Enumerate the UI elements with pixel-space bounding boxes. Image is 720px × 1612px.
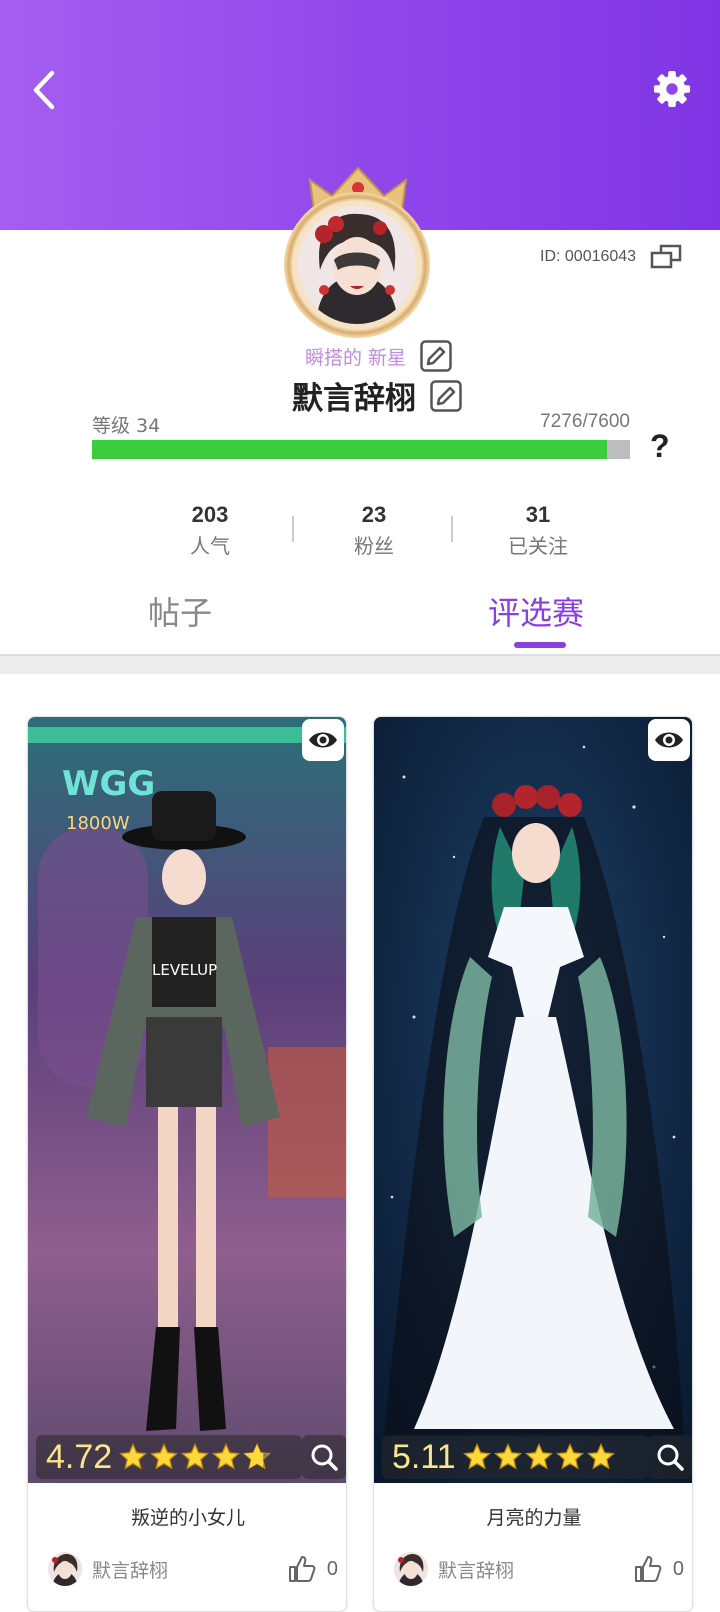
- star-icon: [212, 1442, 241, 1470]
- gear-icon: [653, 70, 691, 108]
- contest-entry-card[interactable]: 5.11 月亮的力量 默言辞栩 0: [373, 716, 693, 1612]
- view-button[interactable]: [648, 719, 690, 761]
- author-avatar[interactable]: [394, 1552, 428, 1586]
- zoom-button[interactable]: [302, 1435, 346, 1479]
- user-id: ID: 00016043: [540, 248, 637, 265]
- stat-following[interactable]: 31 已关注: [478, 502, 598, 559]
- star-rating: [462, 1442, 616, 1472]
- author-name[interactable]: 默言辞栩: [92, 1556, 287, 1583]
- shirt-text: LEVELUP: [152, 961, 217, 979]
- sign-text: WGG: [62, 764, 155, 804]
- star-icon: [150, 1442, 179, 1470]
- contest-entry-card[interactable]: WGG 1800W LEVELUP 4.72 叛逆的小女儿 默言辞栩 0: [27, 716, 347, 1612]
- rating-value: 4.72: [46, 1437, 113, 1476]
- divider: [292, 516, 294, 542]
- user-title-badge: 瞬搭的 新星: [305, 346, 407, 369]
- stat-followers[interactable]: 23 粉丝: [314, 502, 434, 559]
- copy-icon[interactable]: [650, 244, 682, 270]
- author-avatar[interactable]: [48, 1552, 82, 1586]
- tab-contests[interactable]: 评选赛: [488, 588, 584, 634]
- magnifier-icon: [311, 1444, 338, 1471]
- author-name[interactable]: 默言辞栩: [438, 1556, 633, 1583]
- entry-footer: 默言辞栩 0: [394, 1549, 684, 1589]
- eye-icon: [309, 732, 337, 748]
- sign-text: 1800W: [66, 813, 130, 834]
- stat-value: 31: [525, 502, 551, 527]
- entry-title: 叛逆的小女儿: [130, 1507, 245, 1529]
- back-button[interactable]: [22, 62, 66, 118]
- thumbs-up-icon: [634, 1556, 662, 1582]
- stats-row: 203 人气 23 粉丝 31 已关注: [0, 502, 720, 562]
- eye-icon: [655, 732, 683, 748]
- active-tab-indicator: [514, 642, 566, 648]
- help-button[interactable]: ?: [650, 428, 670, 465]
- rating-bar: 4.72: [36, 1435, 302, 1479]
- magnifier-icon: [657, 1444, 684, 1471]
- like-button[interactable]: 0: [633, 1554, 684, 1584]
- thumbs-up-icon: [288, 1556, 316, 1582]
- rating-value: 5.11: [392, 1437, 456, 1476]
- like-button[interactable]: 0: [287, 1554, 338, 1584]
- chevron-left-icon: [33, 70, 55, 110]
- settings-button[interactable]: [645, 62, 699, 116]
- edit-name-icon[interactable]: [430, 379, 462, 412]
- section-divider: [0, 654, 720, 674]
- zoom-button[interactable]: [648, 1435, 692, 1479]
- tab-posts[interactable]: 帖子: [148, 588, 212, 634]
- level-label: 等级 34: [92, 415, 161, 437]
- star-icon: [586, 1442, 615, 1470]
- like-count: 0: [672, 1557, 684, 1580]
- stat-value: 23: [361, 502, 387, 527]
- entry-title: 月亮的力量: [486, 1507, 582, 1529]
- edit-title-icon[interactable]: [420, 340, 452, 372]
- outfit-image[interactable]: WGG 1800W LEVELUP 4.72: [28, 717, 346, 1483]
- divider: [451, 516, 453, 542]
- exp-label: 7276/7600: [540, 411, 630, 432]
- stat-label: 已关注: [508, 534, 568, 558]
- view-button[interactable]: [302, 719, 344, 761]
- stat-label: 人气: [190, 534, 230, 558]
- star-icon: [462, 1442, 491, 1470]
- star-half-icon: [243, 1442, 272, 1470]
- exp-progress-bar: [92, 440, 630, 459]
- entry-footer: 默言辞栩 0: [48, 1549, 338, 1589]
- star-icon: [119, 1442, 148, 1470]
- avatar[interactable]: [282, 166, 434, 340]
- stat-value: 203: [191, 502, 229, 527]
- outfit-image[interactable]: 5.11: [374, 717, 692, 1483]
- like-count: 0: [326, 1557, 338, 1580]
- stat-label: 粉丝: [354, 534, 394, 558]
- star-icon: [555, 1442, 584, 1470]
- star-icon: [493, 1442, 522, 1470]
- star-rating: [118, 1442, 272, 1472]
- exp-progress-fill: [92, 440, 607, 459]
- user-name: 默言辞栩: [292, 381, 416, 417]
- stat-popularity[interactable]: 203 人气: [150, 502, 270, 559]
- star-icon: [181, 1442, 210, 1470]
- rating-bar: 5.11: [382, 1435, 648, 1479]
- star-icon: [524, 1442, 553, 1470]
